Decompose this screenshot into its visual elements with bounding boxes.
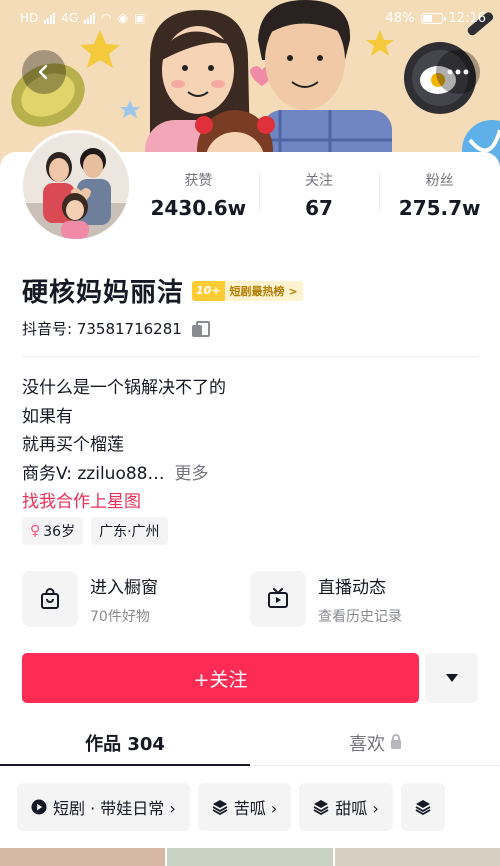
live-text: 直播动态 查看历史记录 bbox=[318, 573, 402, 626]
profile-name: 硬核妈妈丽洁 bbox=[22, 278, 185, 308]
video-thumbnail[interactable] bbox=[334, 848, 500, 866]
follow-button[interactable]: +关注 bbox=[22, 653, 419, 703]
content-tabs: 作品 304 喜欢 bbox=[0, 720, 500, 766]
layers-icon bbox=[415, 800, 431, 815]
app-notification-icon: ▣ bbox=[134, 11, 146, 25]
stat-label: 获赞 bbox=[184, 173, 213, 189]
tab-likes-label: 喜欢 bbox=[349, 733, 385, 755]
chip-label: 短剧 · 带娃日常 › bbox=[53, 799, 176, 818]
tab-likes[interactable]: 喜欢 bbox=[250, 720, 500, 765]
tv-icon bbox=[268, 588, 288, 608]
tab-works-label: 作品 304 bbox=[85, 733, 165, 755]
shop-title: 进入橱窗 bbox=[90, 577, 158, 598]
bio-line: 如果有 bbox=[22, 406, 73, 427]
stat-followers[interactable]: 粉丝 275.7w bbox=[379, 160, 500, 232]
name-row: 硬核妈妈丽洁 10+ 短剧最热榜 > bbox=[22, 272, 303, 309]
recommend-dropdown-button[interactable] bbox=[425, 653, 478, 703]
more-options-button[interactable] bbox=[436, 50, 480, 94]
chip-partial[interactable] bbox=[400, 783, 445, 831]
bio: 没什么是一个锅解决不了的 如果有 就再买个榴莲 商务V: zziluo88… 更多 bbox=[22, 374, 226, 488]
avatar-photo bbox=[23, 133, 129, 239]
shop-subtitle: 70件好物 bbox=[90, 608, 150, 625]
battery-icon bbox=[420, 12, 446, 24]
signal-label-4g: 4G bbox=[61, 11, 79, 25]
shop-text: 进入橱窗 70件好物 bbox=[90, 573, 158, 626]
avatar[interactable] bbox=[20, 130, 132, 242]
signal-icon-2 bbox=[84, 12, 96, 24]
douyin-id: 抖音号: 73581716281 bbox=[22, 320, 182, 338]
video-thumbnail[interactable] bbox=[167, 848, 333, 866]
shopping-bag-icon bbox=[41, 588, 59, 609]
chip-tian-gua[interactable]: 甜呱 › bbox=[299, 783, 393, 831]
chip-ku-gua[interactable]: 苦呱 › bbox=[197, 783, 292, 831]
divider bbox=[22, 356, 478, 357]
layers-icon bbox=[212, 800, 228, 815]
bio-line-business: 商务V: zziluo88… 更多 bbox=[22, 460, 226, 489]
location-tag: 广东·广州 bbox=[91, 517, 168, 545]
video-grid bbox=[0, 848, 500, 866]
chip-short-drama[interactable]: 短剧 · 带娃日常 › bbox=[17, 783, 190, 831]
caret-down-icon bbox=[445, 674, 458, 682]
tab-works[interactable]: 作品 304 bbox=[0, 720, 250, 766]
live-title: 直播动态 bbox=[318, 577, 386, 598]
status-right: 48% 12:16 bbox=[386, 11, 486, 26]
age-tag: ♀ 36岁 bbox=[22, 517, 84, 545]
location-value: 广东·广州 bbox=[99, 524, 160, 540]
stat-following[interactable]: 关注 67 bbox=[258, 160, 380, 232]
profile-tags: ♀ 36岁 广东·广州 bbox=[22, 517, 168, 545]
rank-number: 10+ bbox=[192, 280, 225, 301]
star-map-link[interactable]: 找我合作上星图 bbox=[22, 487, 141, 512]
eye-icon: ◉ bbox=[117, 11, 129, 25]
bio-more-link[interactable]: 更多 bbox=[174, 464, 208, 484]
rank-label: 短剧最热榜 > bbox=[229, 284, 298, 298]
more-horizontal-icon bbox=[447, 69, 469, 75]
play-icon bbox=[31, 799, 47, 815]
signal-label-hd: HD bbox=[20, 11, 39, 25]
lock-icon bbox=[391, 734, 401, 749]
status-left: HD 4G ◠ ◉ ▣ bbox=[20, 12, 146, 24]
shop-icon-box bbox=[22, 571, 78, 627]
bio-line: 没什么是一个锅解决不了的 bbox=[22, 378, 226, 398]
status-bar: HD 4G ◠ ◉ ▣ 48% 12:16 bbox=[0, 0, 500, 36]
stat-label: 粉丝 bbox=[425, 173, 454, 189]
chip-label: 苦呱 › bbox=[233, 799, 278, 818]
chip-label: 甜呱 › bbox=[335, 799, 379, 818]
layers-icon bbox=[313, 800, 329, 815]
bio-line: 就再买个榴莲 bbox=[22, 435, 124, 455]
age-value: 36岁 bbox=[43, 524, 76, 540]
copy-icon[interactable] bbox=[191, 320, 210, 337]
stat-value: 2430.6w bbox=[150, 196, 247, 220]
back-button[interactable] bbox=[22, 50, 66, 94]
live-subtitle: 查看历史记录 bbox=[318, 608, 402, 625]
live-history-entry[interactable]: 直播动态 查看历史记录 bbox=[250, 571, 478, 627]
stat-value: 275.7w bbox=[398, 196, 481, 220]
shop-window-entry[interactable]: 进入橱窗 70件好物 bbox=[22, 571, 250, 627]
business-contact: 商务V: zziluo88… bbox=[22, 463, 165, 484]
stat-value: 67 bbox=[305, 196, 333, 220]
douyin-id-row: 抖音号: 73581716281 bbox=[22, 318, 210, 339]
live-icon-box bbox=[250, 571, 306, 627]
chevron-left-icon bbox=[38, 64, 48, 80]
clock: 12:16 bbox=[448, 10, 486, 26]
wifi-icon: ◠ bbox=[101, 11, 112, 25]
stat-label: 关注 bbox=[305, 173, 333, 189]
collection-chips: 短剧 · 带娃日常 › 苦呱 › 甜呱 › bbox=[17, 783, 500, 831]
battery-percent: 48% bbox=[385, 10, 415, 26]
signal-icon bbox=[44, 12, 56, 24]
stat-likes[interactable]: 获赞 2430.6w bbox=[138, 160, 259, 232]
rank-badge[interactable]: 10+ 短剧最热榜 > bbox=[192, 280, 303, 301]
female-icon: ♀ bbox=[30, 523, 41, 539]
video-thumbnail[interactable] bbox=[0, 848, 166, 866]
stats-row: 获赞 2430.6w 关注 67 粉丝 275.7w bbox=[138, 160, 500, 232]
shortcuts: 进入橱窗 70件好物 直播动态 查看历史记录 bbox=[22, 571, 478, 627]
